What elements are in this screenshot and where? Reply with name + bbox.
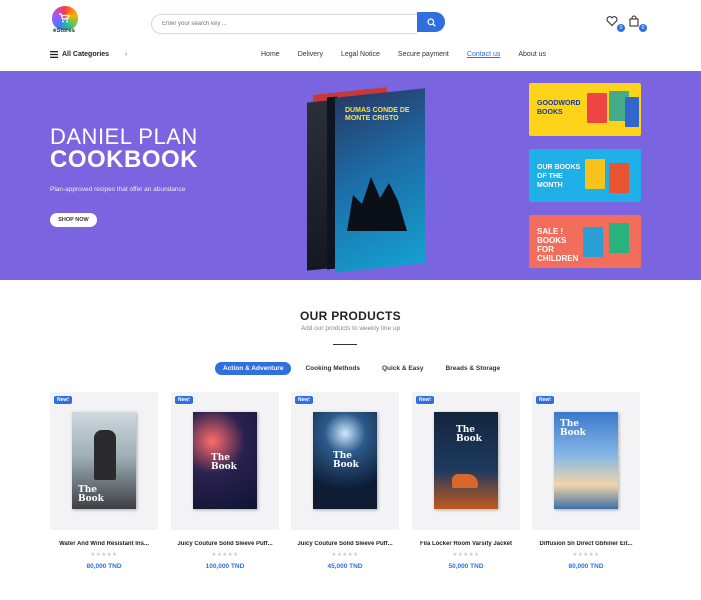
- tab-breads-storage[interactable]: Breads & Storage: [438, 362, 509, 375]
- product-cover-image: The Book: [313, 412, 377, 509]
- new-badge: New!: [54, 396, 72, 404]
- cart-button[interactable]: 0: [628, 14, 647, 32]
- cover-figure: [94, 430, 116, 480]
- nav-link-contact-us[interactable]: Contact us: [467, 51, 500, 58]
- rating-stars: ★★★★★: [331, 552, 359, 558]
- cover-title: The Book: [78, 485, 104, 504]
- product-name[interactable]: Juicy Couture Solid Sleeve Puff...: [165, 541, 285, 547]
- promo-book-thumb: [625, 97, 639, 127]
- tab-quick-easy[interactable]: Quick & Easy: [374, 362, 432, 375]
- nav-links: Home Delivery Legal Notice Secure paymen…: [261, 51, 564, 58]
- product-card[interactable]: New! The Book: [171, 392, 279, 530]
- new-badge: New!: [416, 396, 434, 404]
- product-card[interactable]: New! The Book: [50, 392, 158, 530]
- wishlist-count-badge: 0: [617, 24, 625, 32]
- hero-banner: DANIEL PLAN COOKBOOK Plan-approved recip…: [0, 71, 701, 280]
- hero-book-image: DUMAS CONDE DE MONTE CRISTO: [295, 81, 445, 276]
- wishlist-button[interactable]: 0: [606, 14, 625, 32]
- cover-title: The Book: [456, 425, 482, 444]
- hero-title-line2: COOKBOOK: [50, 146, 198, 173]
- product-price: 80,000 TND: [86, 563, 122, 570]
- cart-count-badge: 0: [639, 24, 647, 32]
- promo-books-of-month[interactable]: OUR BOOKS OF THE MONTH: [529, 149, 641, 202]
- promo-book-thumb: [587, 93, 607, 123]
- product-name[interactable]: Juicy Couture Solid Sleeve Puff...: [285, 541, 405, 547]
- product-price: 50,000 TND: [448, 563, 484, 570]
- search-bar: [151, 12, 445, 34]
- section-divider: [333, 344, 357, 345]
- tab-cooking-methods[interactable]: Cooking Methods: [297, 362, 368, 375]
- new-badge: New!: [536, 396, 554, 404]
- product-name[interactable]: Fila Locker Room Varsity Jacket: [406, 541, 526, 547]
- products-section-title: OUR PRODUCTS: [300, 309, 401, 323]
- nav-link-about-us[interactable]: About us: [518, 51, 546, 58]
- nav-link-home[interactable]: Home: [261, 51, 280, 58]
- promo-book-thumb: [609, 223, 629, 253]
- new-badge: New!: [175, 396, 193, 404]
- product-price: 100,000 TND: [205, 563, 245, 570]
- products-section-subtitle: Add our products to weekly line up: [300, 325, 401, 332]
- main-nav: All Categories › Home Delivery Legal Not…: [0, 44, 701, 71]
- promo-book-thumb: [585, 159, 605, 189]
- header: eStores 0 0: [0, 0, 701, 44]
- rating-stars: ★★★★★: [90, 552, 118, 558]
- cart-logo-icon: [59, 13, 70, 26]
- nav-link-legal-notice[interactable]: Legal Notice: [341, 51, 380, 58]
- promo-children-books[interactable]: SALE ! BOOKS FOR CHILDREN: [529, 215, 641, 268]
- rating-stars: ★★★★★: [211, 552, 239, 558]
- promo-text: SALE ! BOOKS FOR CHILDREN: [537, 227, 579, 263]
- product-card[interactable]: New! The Book: [291, 392, 399, 530]
- all-categories-button[interactable]: All Categories ›: [50, 51, 127, 58]
- promo-text: GOODWORD BOOKS: [537, 100, 581, 116]
- product-price: 45,000 TND: [327, 563, 363, 570]
- product-card[interactable]: New! The Book: [532, 392, 640, 530]
- cover-title: The Book: [560, 419, 586, 438]
- product-cover-image: The Book: [434, 412, 498, 509]
- heart-icon: [606, 16, 618, 27]
- book-cover-title: DUMAS CONDE DE MONTE CRISTO: [345, 107, 410, 122]
- product-cover-image: The Book: [72, 412, 136, 509]
- cover-title: The Book: [211, 453, 237, 472]
- search-icon: [426, 17, 436, 27]
- nav-link-delivery[interactable]: Delivery: [298, 51, 323, 58]
- cover-fox: [452, 474, 478, 488]
- store-logo[interactable]: eStores: [52, 6, 78, 38]
- hero-subtitle: Plan-approved recipes that offer an abun…: [50, 186, 186, 193]
- logo-text: eStores: [53, 28, 76, 34]
- menu-icon: [50, 51, 58, 58]
- new-badge: New!: [295, 396, 313, 404]
- shopping-bag-icon: [629, 15, 639, 27]
- product-price: 80,000 TND: [568, 563, 604, 570]
- product-name[interactable]: Water And Wind Resistant Ins...: [44, 541, 164, 547]
- rating-stars: ★★★★★: [572, 552, 600, 558]
- shop-now-button[interactable]: SHOP NOW: [50, 213, 97, 227]
- product-card[interactable]: New! The Book: [412, 392, 520, 530]
- product-tabs: Action & Adventure Cooking Methods Quick…: [215, 362, 514, 375]
- search-button[interactable]: [417, 12, 445, 32]
- nav-link-secure-payment[interactable]: Secure payment: [398, 51, 449, 58]
- tab-action-adventure[interactable]: Action & Adventure: [215, 362, 292, 375]
- all-categories-label: All Categories: [62, 51, 110, 58]
- promo-book-thumb: [609, 163, 629, 193]
- product-cover-image: The Book: [554, 412, 618, 509]
- rating-stars: ★★★★★: [452, 552, 480, 558]
- promo-goodword-books[interactable]: GOODWORD BOOKS: [529, 83, 641, 136]
- cover-title: The Book: [333, 451, 359, 470]
- product-cover-image: The Book: [193, 412, 257, 509]
- promo-text: OUR BOOKS OF THE MONTH: [537, 164, 581, 189]
- search-input[interactable]: [151, 14, 417, 34]
- chevron-down-icon: ›: [125, 51, 128, 58]
- product-name[interactable]: Diffusion Sn Direct Gbhiner Eit...: [526, 541, 646, 547]
- page: eStores 0 0 All Categories › Home Delive…: [0, 0, 701, 600]
- promo-book-thumb: [583, 227, 603, 257]
